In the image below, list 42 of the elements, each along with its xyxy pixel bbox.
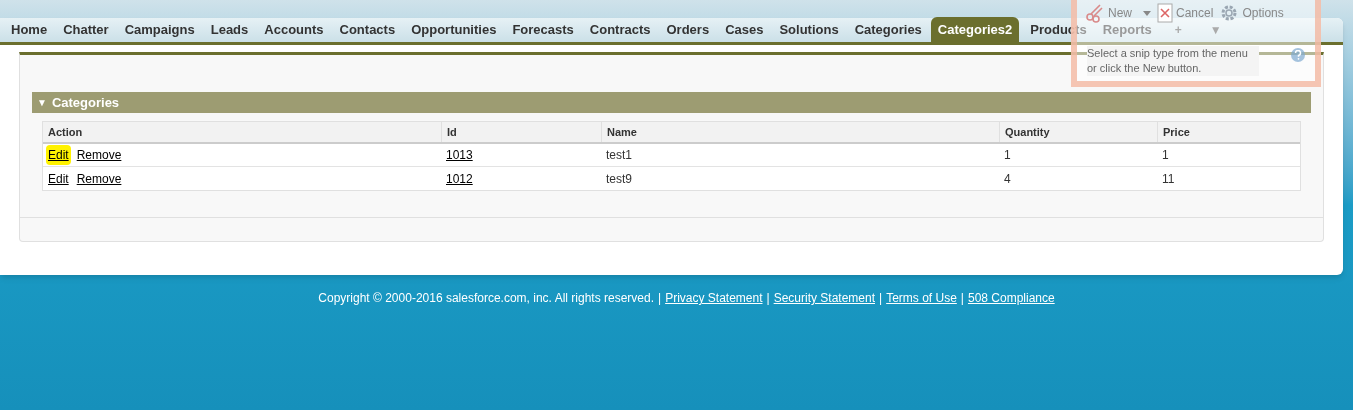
nav-tab[interactable]: Campaigns bbox=[117, 17, 202, 42]
copyright-text: Copyright © 2000-2016 salesforce.com, inc. All rights reserved. bbox=[318, 290, 654, 307]
close-icon bbox=[1157, 3, 1173, 23]
table-cell: 11 bbox=[1162, 171, 1175, 186]
table-cell: test1 bbox=[606, 148, 632, 162]
nav-tab[interactable]: Categories bbox=[847, 17, 929, 42]
id-link[interactable]: 1013 bbox=[446, 148, 473, 162]
separator-text: | bbox=[960, 290, 964, 307]
column-header: Quantity bbox=[1005, 124, 1050, 140]
column-header: Price bbox=[1163, 124, 1190, 140]
section-title: Categories bbox=[51, 93, 120, 112]
table-cell: 4 bbox=[1004, 171, 1011, 186]
separator-text: | bbox=[766, 290, 770, 307]
nav-tab[interactable]: Contacts bbox=[332, 17, 403, 42]
table-cell: 1 bbox=[1004, 148, 1011, 162]
column-header: Action bbox=[48, 124, 83, 140]
nav-tab[interactable]: Leads bbox=[203, 17, 256, 42]
nav-tab[interactable]: Home bbox=[4, 17, 55, 42]
remove-link[interactable]: Remove bbox=[76, 146, 122, 164]
nav-tab[interactable]: Cases bbox=[718, 17, 771, 42]
nav-tab[interactable]: Solutions bbox=[772, 17, 846, 42]
column-header: Id bbox=[447, 124, 457, 140]
nav-tab[interactable]: Forecasts bbox=[505, 17, 581, 42]
edit-link[interactable]: Edit bbox=[46, 168, 71, 189]
edit-link[interactable]: Edit bbox=[46, 145, 71, 165]
column-header: Name bbox=[607, 124, 637, 140]
nav-tab[interactable]: Orders bbox=[659, 17, 717, 42]
nav-tab[interactable]: Products bbox=[1023, 17, 1094, 42]
nav-tab[interactable]: Categories2 bbox=[930, 17, 1020, 42]
nav-tab[interactable]: Chatter bbox=[56, 17, 116, 42]
separator-text: | bbox=[879, 290, 883, 307]
nav-tab[interactable]: Accounts bbox=[257, 17, 331, 42]
scissors-icon bbox=[1085, 3, 1105, 23]
caret-icon[interactable] bbox=[1143, 10, 1151, 16]
snip-hint-text: Select a snip type from the menu or click the New button. bbox=[1087, 46, 1259, 76]
table-cell: test9 bbox=[606, 171, 632, 186]
remove-link[interactable]: Remove bbox=[76, 169, 122, 188]
nav-tab[interactable]: Contracts bbox=[582, 17, 658, 42]
table-cell: 1 bbox=[1162, 148, 1169, 162]
nav-tab[interactable]: Opportunities bbox=[404, 17, 504, 42]
id-link[interactable]: 1012 bbox=[446, 171, 473, 186]
separator-text: | bbox=[658, 290, 662, 307]
